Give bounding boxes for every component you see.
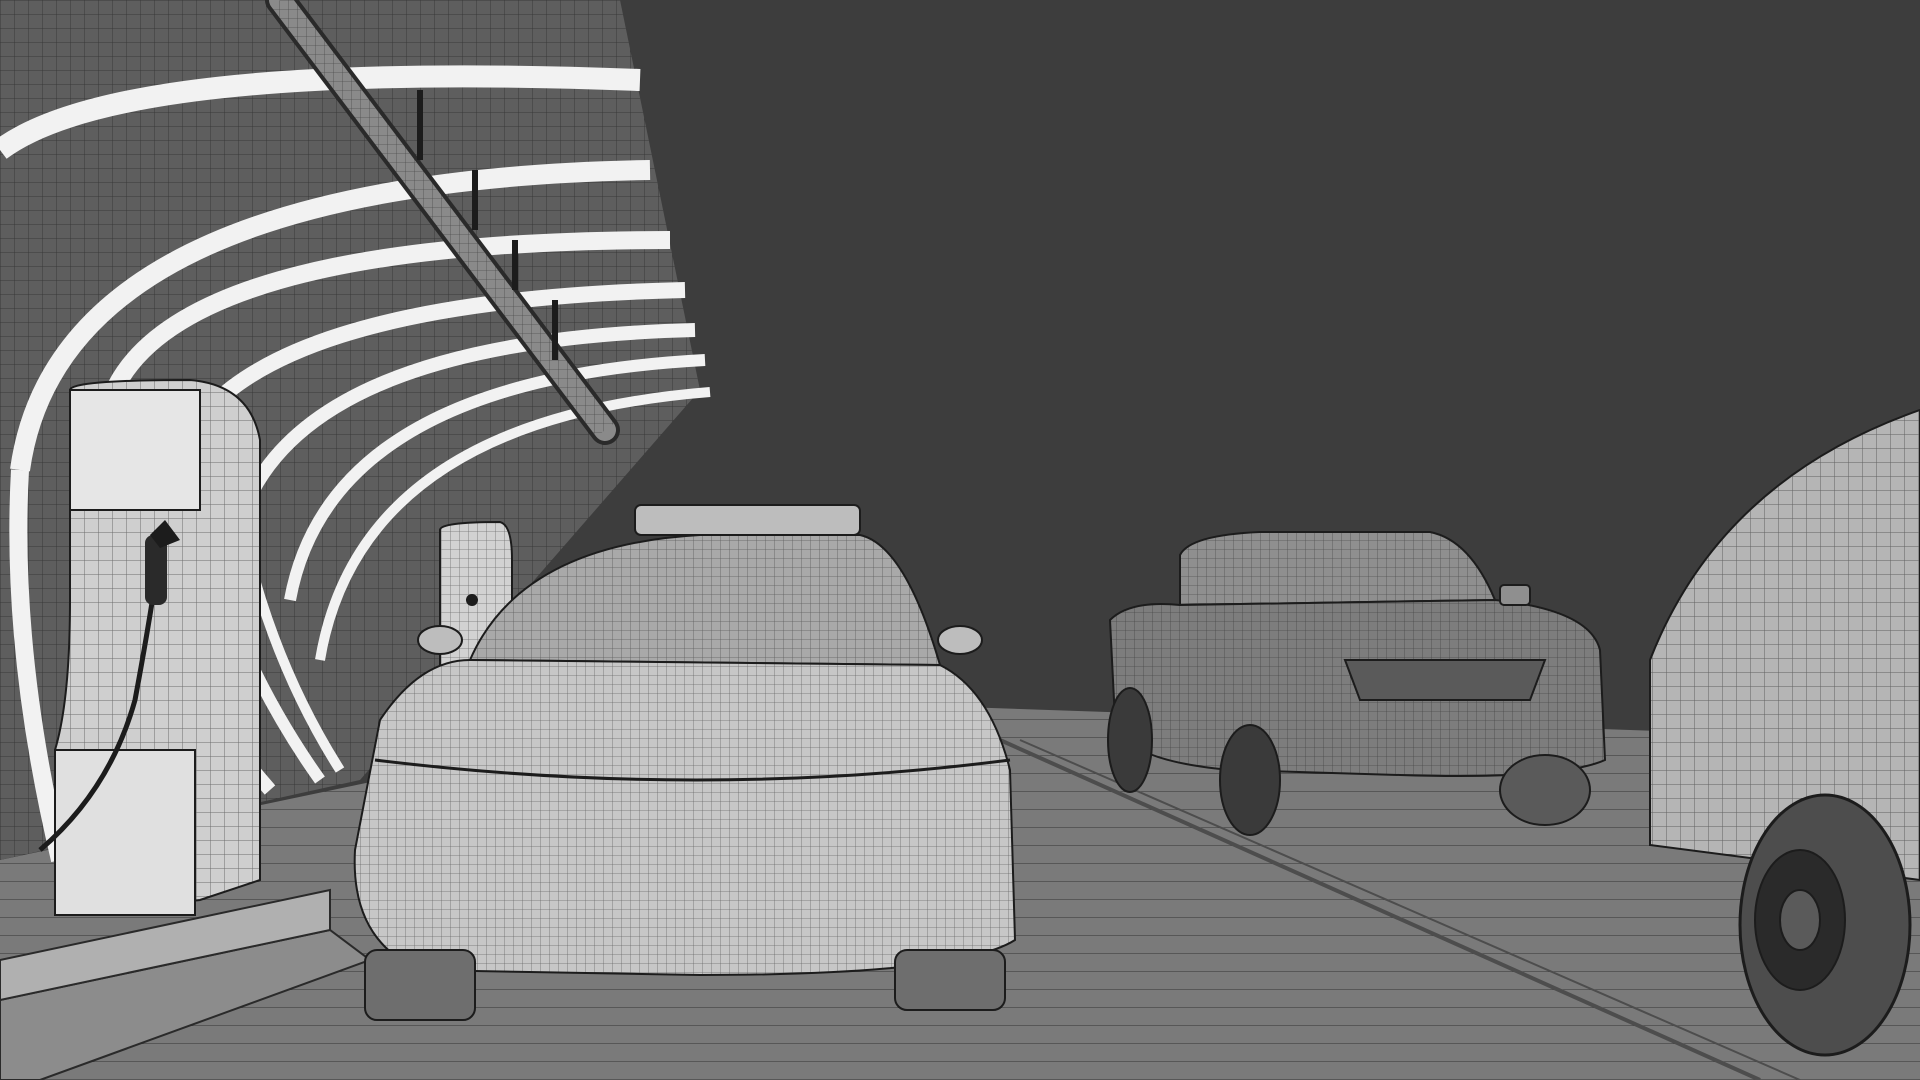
render-viewport — [0, 0, 1920, 1080]
charging-station — [38, 378, 261, 917]
wireframe-scene — [0, 0, 1920, 1080]
